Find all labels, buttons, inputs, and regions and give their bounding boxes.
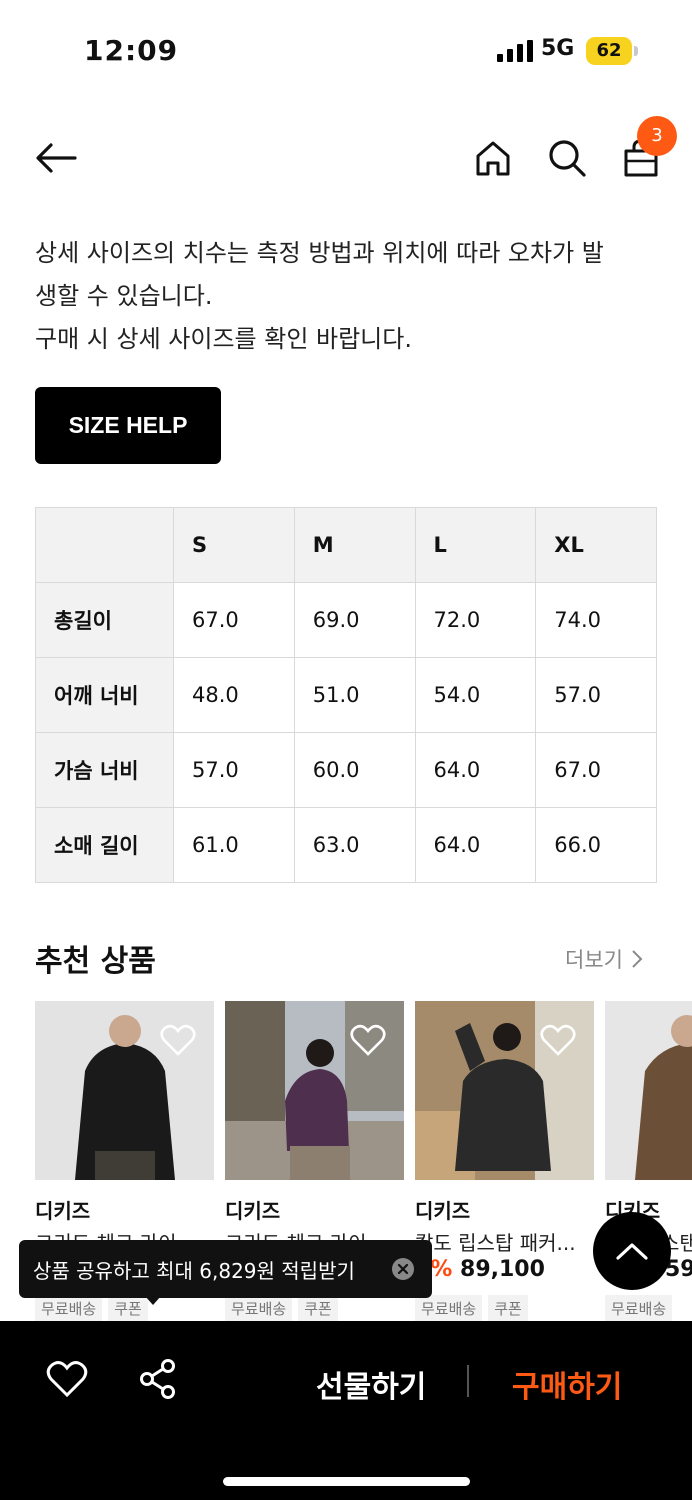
table-corner-cell: [35, 507, 174, 583]
product-photo: [605, 1001, 692, 1180]
heart-icon[interactable]: [160, 1023, 196, 1057]
home-indicator: [223, 1477, 470, 1486]
status-bar: 12:09 5G 62: [0, 0, 692, 100]
scroll-top-button[interactable]: [593, 1212, 671, 1290]
tag-free-shipping: 무료배송: [225, 1295, 293, 1321]
table-cell: 74.0: [535, 582, 657, 658]
arrow-left-icon: [36, 143, 77, 173]
table-cell: 72.0: [414, 582, 537, 658]
toast-pointer: [145, 1296, 161, 1305]
product-tags: 무료배송 쿠폰: [225, 1295, 338, 1321]
size-column-header: S: [173, 507, 295, 583]
table-cell: 57.0: [173, 732, 295, 808]
close-icon: [397, 1263, 409, 1275]
tag-coupon: 쿠폰: [488, 1295, 528, 1321]
table-cell: 64.0: [414, 807, 537, 883]
heart-icon[interactable]: [540, 1023, 576, 1057]
product-card[interactable]: 디키즈 그리드 체크 라이 무료배송 쿠폰: [35, 1001, 214, 1321]
table-cell: 61.0: [173, 807, 295, 883]
battery-tip: [634, 46, 638, 56]
divider: [467, 1365, 469, 1397]
table-cell: 69.0: [293, 582, 416, 658]
size-column-header: L: [414, 507, 537, 583]
product-brand: 디키즈: [225, 1199, 281, 1223]
heart-icon[interactable]: [350, 1023, 386, 1057]
notice-line: 상세 사이즈의 치수는 측정 방법과 위치에 따라 오차가 발: [35, 239, 604, 267]
product-tags: 무료배송 쿠폰: [415, 1295, 528, 1321]
cart-count-badge: 3: [637, 116, 677, 156]
search-icon: [549, 140, 586, 177]
product-card[interactable]: 디키즈 그리드 체크 라이 무료배송 쿠폰: [225, 1001, 404, 1321]
size-help-button[interactable]: SIZE HELP: [35, 387, 221, 464]
measure-label: 총길이: [35, 582, 174, 658]
size-column-header: M: [293, 507, 416, 583]
tag-coupon: 쿠폰: [108, 1295, 148, 1321]
product-card[interactable]: 디키즈 칼도 립스탑 패커... 0% 89,100 무료배송 쿠폰: [415, 1001, 594, 1321]
home-icon: [476, 141, 510, 176]
product-tags: 무료배송: [605, 1295, 673, 1321]
product-card[interactable]: 디키즈 스탠 59,1 무료배송: [605, 1001, 692, 1321]
product-tags: 무료배송 쿠폰: [35, 1295, 148, 1321]
more-link[interactable]: 더보기: [565, 944, 643, 974]
table-cell: 64.0: [414, 732, 537, 808]
product-image: [415, 1001, 594, 1180]
table-cell: 66.0: [535, 807, 657, 883]
table-cell: 51.0: [293, 657, 416, 733]
table-row: 가슴 너비 57.0 60.0 64.0 67.0: [35, 732, 657, 808]
measure-label: 어깨 너비: [35, 657, 174, 733]
product-name: 칼도 립스탑 패커...: [415, 1231, 576, 1255]
table-cell: 54.0: [414, 657, 537, 733]
home-button[interactable]: [469, 134, 517, 182]
battery-icon: 62: [586, 37, 632, 65]
table-cell: 60.0: [293, 732, 416, 808]
size-table: S M L XL 총길이 67.0 69.0 72.0 74.0 어깨 너비 4…: [35, 507, 657, 883]
table-header-row: S M L XL: [35, 507, 657, 583]
tag-free-shipping: 무료배송: [35, 1295, 103, 1321]
table-cell: 63.0: [293, 807, 416, 883]
notice-line: 구매 시 상세 사이즈를 확인 바랍니다.: [35, 325, 412, 353]
toast-text: 상품 공유하고 최대 6,829원 적립받기: [33, 1258, 355, 1283]
tag-coupon: 쿠폰: [298, 1295, 338, 1321]
more-label: 더보기: [565, 948, 623, 972]
search-button[interactable]: [543, 134, 591, 182]
product-price-row: 0% 89,100: [415, 1257, 545, 1282]
signal-icon: [497, 40, 533, 62]
product-image: [605, 1001, 692, 1180]
table-cell: 67.0: [535, 732, 657, 808]
bottom-action-bar: [0, 1321, 692, 1500]
gift-button[interactable]: 선물하기: [316, 1362, 426, 1406]
table-cell: 67.0: [173, 582, 295, 658]
back-button[interactable]: [32, 134, 80, 182]
table-row: 소매 길이 61.0 63.0 64.0 66.0: [35, 807, 657, 883]
tag-free-shipping: 무료배송: [605, 1295, 673, 1321]
size-column-header: XL: [535, 507, 657, 583]
notice-line: 생할 수 있습니다.: [35, 282, 213, 310]
buy-button[interactable]: 구매하기: [512, 1362, 622, 1406]
measure-label: 소매 길이: [35, 807, 174, 883]
share-reward-toast: 상품 공유하고 최대 6,829원 적립받기: [19, 1240, 432, 1298]
toast-close-button[interactable]: [392, 1258, 414, 1280]
product-brand: 디키즈: [415, 1199, 471, 1223]
measure-label: 가슴 너비: [35, 732, 174, 808]
table-cell: 57.0: [535, 657, 657, 733]
recommended-title: 추천 상품: [35, 944, 156, 979]
table-row: 총길이 67.0 69.0 72.0 74.0: [35, 582, 657, 658]
product-image: [35, 1001, 214, 1180]
table-row: 어깨 너비 48.0 51.0 54.0 57.0: [35, 657, 657, 733]
top-nav: [0, 110, 692, 206]
share-icon[interactable]: [138, 1358, 178, 1400]
heart-icon[interactable]: [46, 1358, 88, 1400]
status-time: 12:09: [84, 34, 179, 67]
product-image: [225, 1001, 404, 1180]
chevron-up-icon: [616, 1243, 648, 1260]
chevron-right-icon: [632, 950, 643, 968]
product-brand: 디키즈: [35, 1199, 91, 1223]
tag-free-shipping: 무료배송: [415, 1295, 483, 1321]
product-price: 89,100: [460, 1257, 545, 1282]
table-cell: 48.0: [173, 657, 295, 733]
size-notice: 상세 사이즈의 치수는 측정 방법과 위치에 따라 오차가 발 생할 수 있습니…: [35, 232, 660, 361]
network-label: 5G: [541, 36, 575, 61]
